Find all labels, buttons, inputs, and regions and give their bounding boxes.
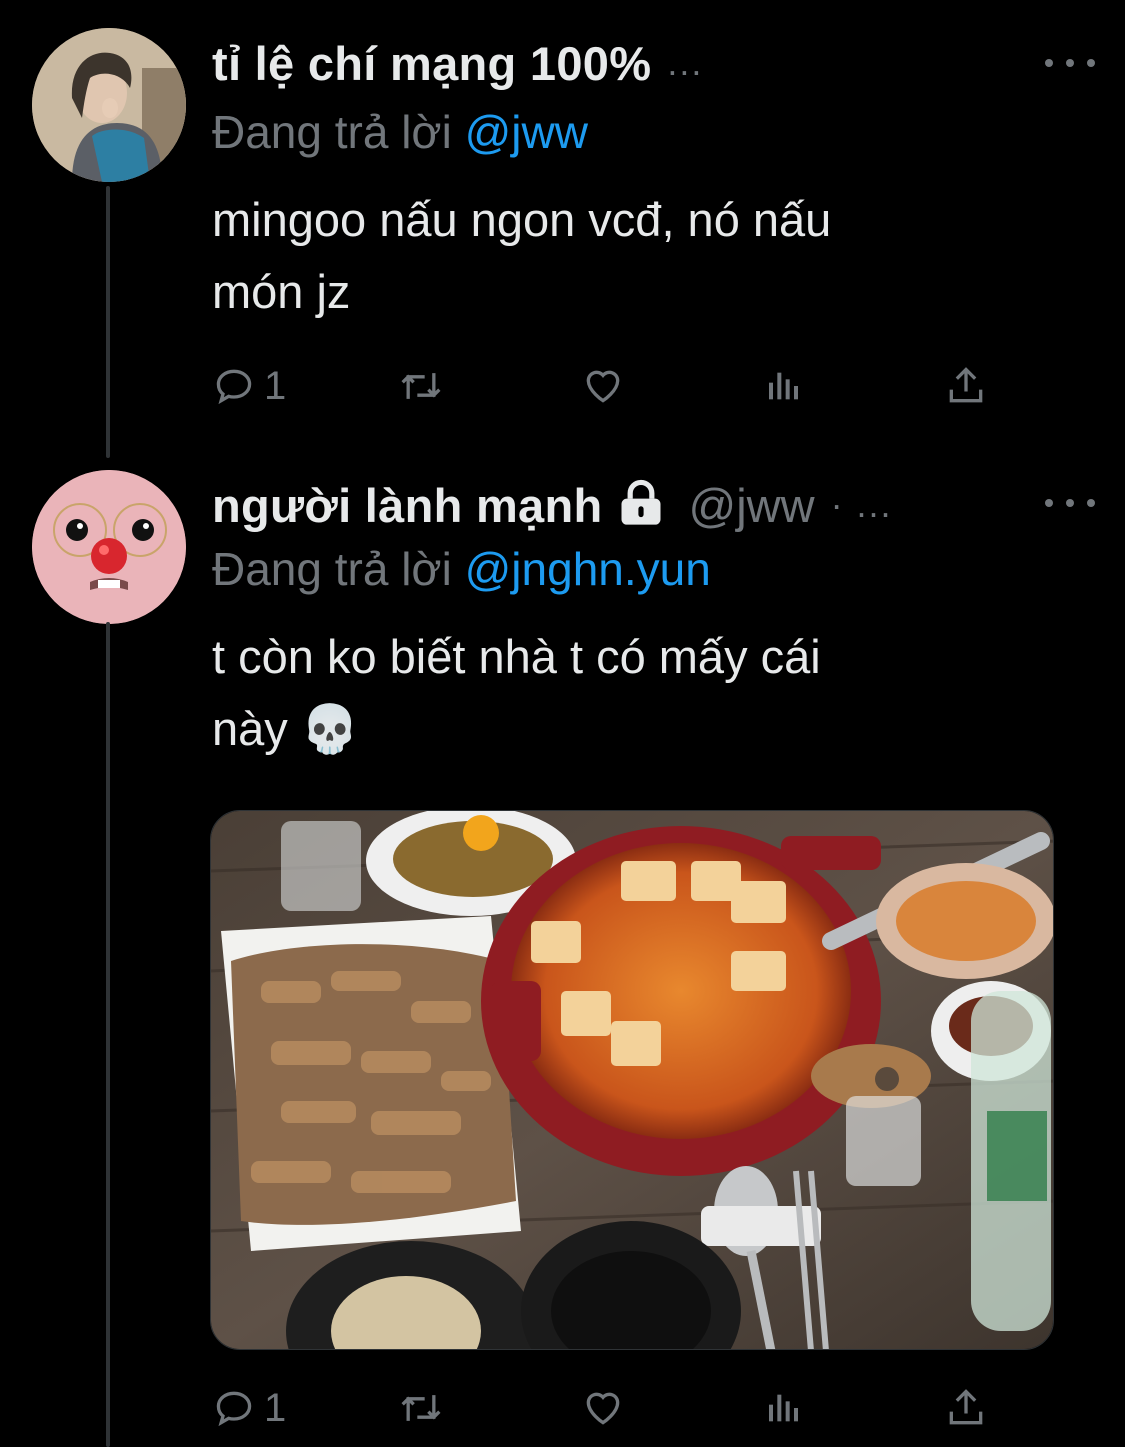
replying-prefix: Đang trả lời [212,543,452,595]
tweet[interactable]: tỉ lệ chí mạng 100% ... Đang trả lời @jw… [0,0,1125,460]
tweet-text-line: mingoo nấu ngon vcđ, nó nấu [212,193,832,246]
share-button[interactable] [944,356,988,416]
share-button[interactable] [944,1378,988,1438]
more-icon[interactable] [1045,48,1095,78]
like-button[interactable] [580,356,626,416]
replying-to-handle[interactable]: @jww [465,106,588,158]
avatar[interactable] [32,470,186,624]
handle[interactable]: @jww [689,478,815,533]
tweet-header: người lành mạnh @jww · ... [212,475,1089,535]
tweet[interactable]: người lành mạnh @jww · ... Đang trả lời … [0,460,1125,1447]
comment-icon [216,1391,252,1427]
heart-icon [586,370,620,403]
display-name[interactable]: người lành mạnh [212,478,603,533]
truncation-ellipsis: ... [667,42,704,83]
tweet-header: tỉ lệ chí mạng 100% ... [212,33,1089,93]
tweet-text: t còn ko biết nhà t có mấy cái này 💀 [212,621,1072,765]
analytics-icon [769,1394,798,1422]
like-button[interactable] [580,1378,626,1438]
tweet-actions: 1 [212,1378,1002,1438]
share-icon [949,367,983,403]
heart-icon [586,1392,620,1425]
retweet-button[interactable] [397,356,445,416]
tweet-text-line: này 💀 [212,702,360,755]
comment-icon [216,369,252,405]
retweet-icon [401,373,441,399]
replying-to: Đang trả lời @jww [212,105,588,159]
views-button[interactable] [764,1378,804,1438]
tweet-actions: 1 [212,356,1002,416]
truncation-ellipsis: · ... [830,484,893,525]
more-icon[interactable] [1045,488,1095,518]
reply-button[interactable]: 1 [212,356,286,416]
lock-icon [615,477,667,534]
reply-count: 1 [264,363,287,408]
display-name[interactable]: tỉ lệ chí mạng 100% [212,36,651,91]
retweet-icon [401,1395,441,1421]
tweet-photo[interactable] [210,810,1054,1350]
reply-button[interactable]: 1 [212,1378,286,1438]
replying-prefix: Đang trả lời [212,106,452,158]
thread-connector [106,622,110,1447]
thread-connector [106,186,110,458]
reply-count: 1 [264,1385,287,1430]
retweet-button[interactable] [397,1378,445,1438]
analytics-icon [769,372,798,400]
tweet-text-line: t còn ko biết nhà t có mấy cái [212,630,821,683]
share-icon [949,1389,983,1425]
views-button[interactable] [764,356,804,416]
replying-to-handle[interactable]: @jnghn.yun [465,543,711,595]
tweet-text: mingoo nấu ngon vcđ, nó nấu món jz [212,184,1072,328]
tweet-text-line: món jz [212,265,351,318]
avatar[interactable] [32,28,186,182]
replying-to: Đang trả lời @jnghn.yun [212,542,711,596]
